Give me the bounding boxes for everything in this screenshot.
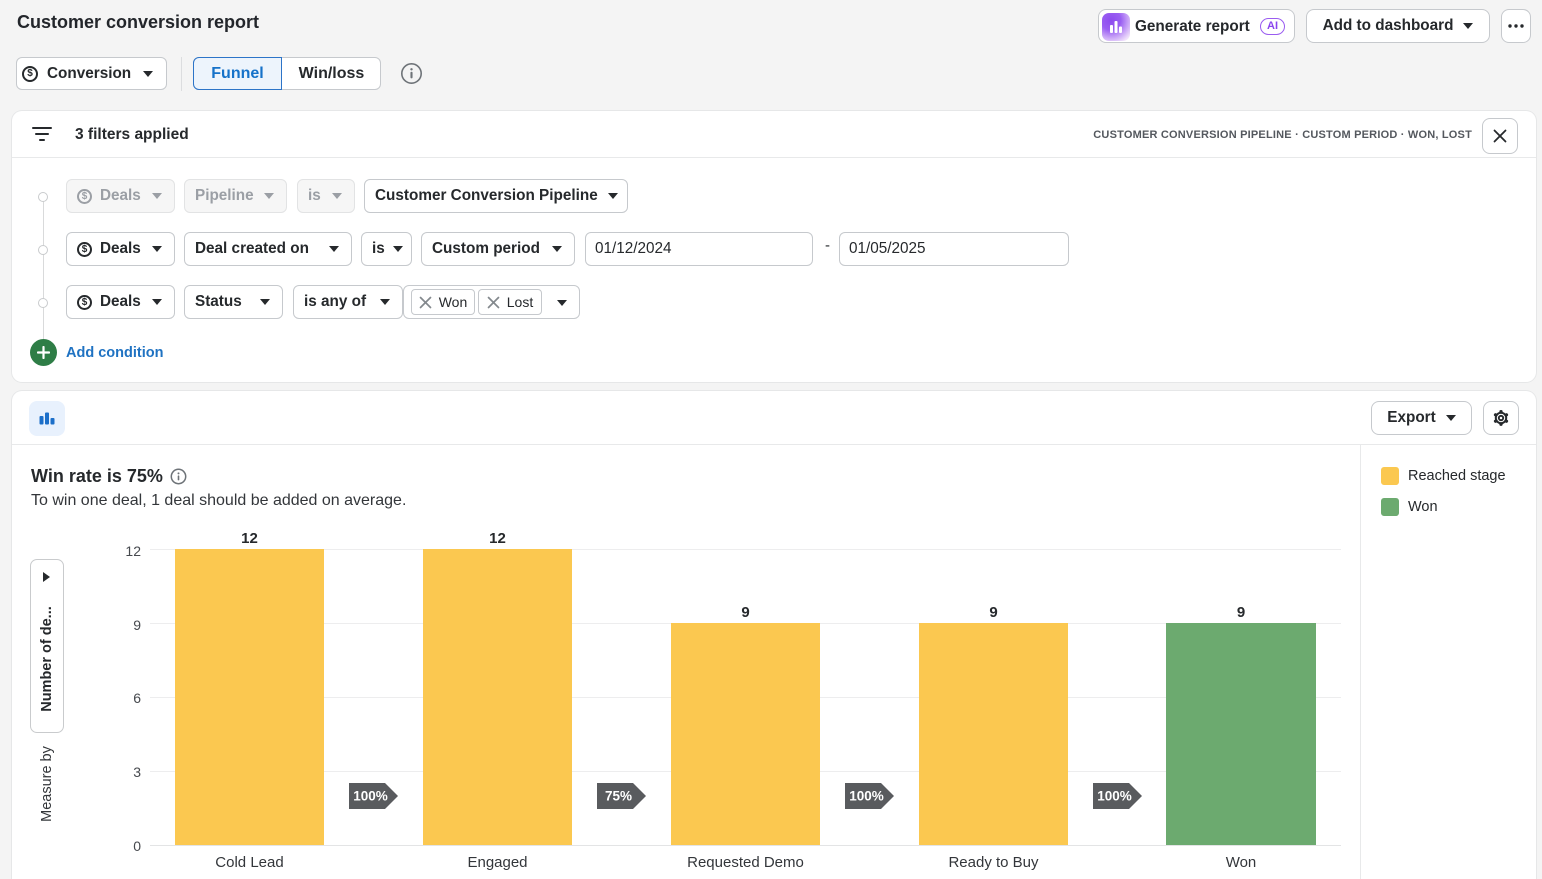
svg-text:100%: 100% [849,789,884,804]
svg-text:100%: 100% [1097,789,1132,804]
svg-text:75%: 75% [605,789,632,804]
svg-text:100%: 100% [353,789,388,804]
